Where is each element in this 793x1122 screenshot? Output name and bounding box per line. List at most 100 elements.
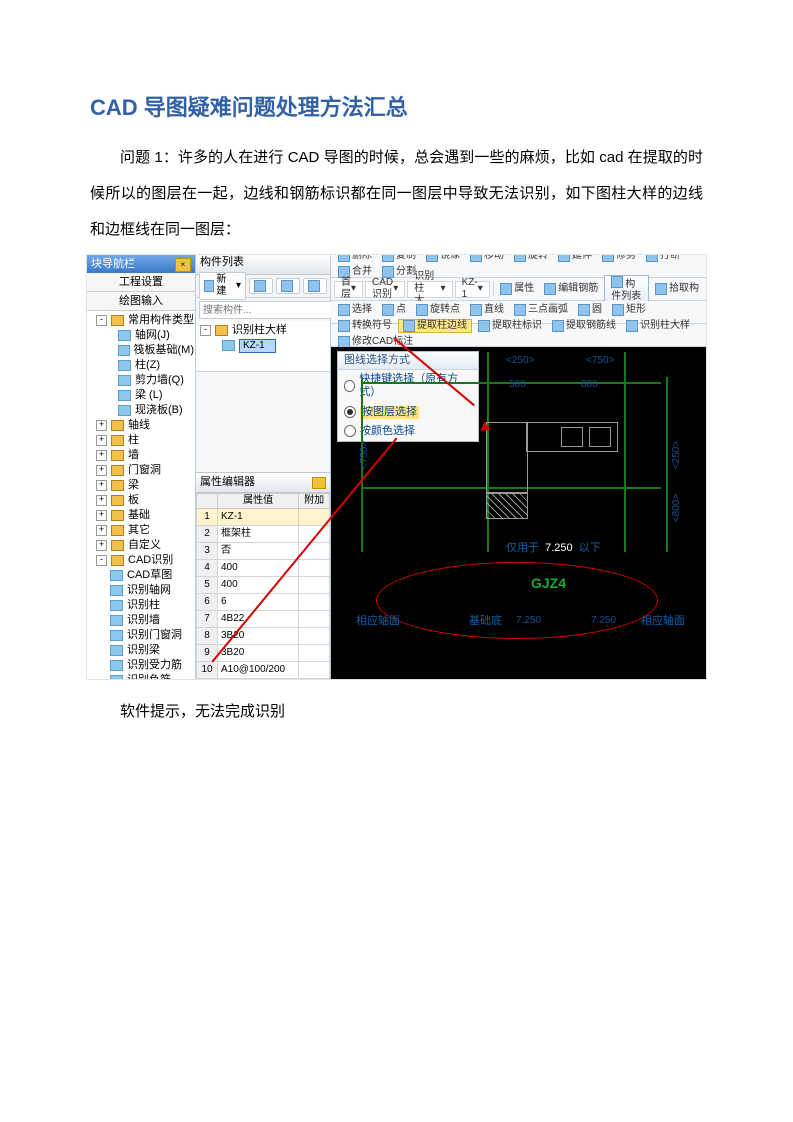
- tree-group[interactable]: +其它: [88, 523, 194, 538]
- tree-item-cad[interactable]: 识别墙: [88, 613, 194, 628]
- tree-item[interactable]: 轴网(J): [88, 328, 194, 343]
- ribbon-btn[interactable]: 修剪: [598, 254, 640, 262]
- member-tree[interactable]: -识别柱大样 KZ-1: [196, 321, 330, 372]
- tree-group[interactable]: +梁: [88, 478, 194, 493]
- doc-title: CAD 导图疑难问题处理方法汇总: [90, 90, 703, 122]
- ribbon-btn[interactable]: 选择: [334, 304, 376, 316]
- tree-item[interactable]: 现浇板(B): [88, 403, 194, 418]
- expand-icon[interactable]: +: [96, 420, 107, 431]
- panel-pin-icon[interactable]: ×: [175, 258, 191, 272]
- ribbon-btn[interactable]: 复制: [378, 254, 420, 262]
- tree-item-cad[interactable]: 识别梁: [88, 643, 194, 658]
- ribbon-btn[interactable]: 打断: [642, 254, 684, 262]
- tree-group[interactable]: +轴线: [88, 418, 194, 433]
- ribbon-btn[interactable]: 识别柱大样: [622, 320, 694, 332]
- tree-item[interactable]: 剪力墙(Q): [88, 373, 194, 388]
- subcat-select[interactable]: 识别柱大… ▾: [407, 281, 452, 298]
- member-select[interactable]: KZ-1 ▾: [455, 281, 490, 298]
- tree-group[interactable]: +板: [88, 493, 194, 508]
- toolbar-btn[interactable]: [276, 278, 300, 294]
- member-search-input[interactable]: [199, 301, 339, 319]
- ribbon-btn[interactable]: 删除: [334, 254, 376, 262]
- tree-item[interactable]: 筏板基础(M): [88, 343, 194, 358]
- ribbon-btn[interactable]: 三点画弧: [510, 304, 572, 316]
- ribbon-btn[interactable]: 直线: [466, 304, 508, 316]
- tree-item[interactable]: 柱(Z): [88, 358, 194, 373]
- tree-item-cad[interactable]: 识别柱: [88, 598, 194, 613]
- tree-group-cad[interactable]: - CAD识别: [88, 553, 194, 568]
- toolbar-btn[interactable]: [249, 278, 273, 294]
- opt-by-color[interactable]: 按颜色选择: [338, 422, 478, 441]
- opt-quickkey[interactable]: 快捷键选择（原有方式）: [338, 370, 478, 402]
- tree-item-cad[interactable]: CAD草图: [88, 568, 194, 583]
- expand-icon[interactable]: +: [96, 465, 107, 476]
- expand-icon[interactable]: +: [96, 525, 107, 536]
- item-icon: [110, 615, 123, 626]
- tree-group[interactable]: +基础: [88, 508, 194, 523]
- tree-group[interactable]: +墙: [88, 448, 194, 463]
- cmd-icon: [382, 254, 394, 262]
- property-row[interactable]: 2框架柱: [197, 526, 330, 543]
- cmd-icon: [403, 320, 415, 332]
- category-select[interactable]: CAD识别 ▾: [365, 281, 405, 298]
- expand-icon[interactable]: +: [96, 435, 107, 446]
- expand-icon[interactable]: +: [96, 540, 107, 551]
- ribbon-btn[interactable]: 镜像: [422, 254, 464, 262]
- ribbon-btn[interactable]: 转换符号: [334, 320, 396, 332]
- drawing-canvas[interactable]: 图线选择方式 快捷键选择（原有方式） 按图层选择 按颜色选择 <250> <75…: [331, 347, 706, 679]
- tree-group[interactable]: +柱: [88, 433, 194, 448]
- floor-select[interactable]: 首层 ▾: [334, 281, 363, 298]
- item-icon: [118, 330, 131, 341]
- expand-icon[interactable]: +: [96, 450, 107, 461]
- property-row[interactable]: 74B22: [197, 611, 330, 628]
- item-icon: [110, 570, 123, 581]
- collapse-icon[interactable]: -: [200, 325, 211, 336]
- property-row[interactable]: 66: [197, 594, 330, 611]
- tree-group[interactable]: +自定义: [88, 538, 194, 553]
- edit-rebar-button[interactable]: 编辑钢筋: [540, 283, 602, 295]
- navigator-tree[interactable]: - 常用构件类型 轴网(J)筏板基础(M)柱(Z)剪力墙(Q)梁 (L)现浇板(…: [87, 311, 195, 679]
- tree-item[interactable]: 梁 (L): [88, 388, 194, 403]
- member-kz1[interactable]: KZ-1: [239, 339, 276, 353]
- pick-member-button[interactable]: 拾取构: [651, 283, 703, 295]
- property-row[interactable]: 4400: [197, 560, 330, 577]
- nav-btn-draw-input[interactable]: 绘图输入: [87, 292, 195, 311]
- opt-by-layer[interactable]: 按图层选择: [338, 403, 478, 422]
- ribbon-btn[interactable]: 圆: [574, 304, 606, 316]
- ribbon-btn[interactable]: 提取钢筋线: [548, 320, 620, 332]
- expand-icon[interactable]: +: [96, 480, 107, 491]
- extract-column-edge-button[interactable]: 提取柱边线: [398, 319, 472, 333]
- tree-item-cad[interactable]: 识别轴网: [88, 583, 194, 598]
- nav-btn-project-settings[interactable]: 工程设置: [87, 273, 195, 292]
- collapse-icon[interactable]: -: [96, 315, 107, 326]
- expand-icon[interactable]: +: [96, 510, 107, 521]
- property-row[interactable]: 1KZ-1: [197, 509, 330, 526]
- ribbon-btn[interactable]: 提取柱标识: [474, 320, 546, 332]
- member-list-tab[interactable]: 构件列表: [604, 275, 649, 303]
- property-row[interactable]: 5400: [197, 577, 330, 594]
- ribbon-btn[interactable]: 旋转: [510, 254, 552, 262]
- ribbon-btn[interactable]: 旋转点: [412, 304, 464, 316]
- tree-item-cad[interactable]: 识别受力筋: [88, 658, 194, 673]
- tree-group[interactable]: +门窗洞: [88, 463, 194, 478]
- toolbar-btn[interactable]: [303, 278, 327, 294]
- new-member-button[interactable]: 新建 ▾: [199, 272, 246, 300]
- tree-item-cad[interactable]: 识别门窗洞: [88, 628, 194, 643]
- item-icon: [110, 630, 123, 641]
- property-row[interactable]: 3否: [197, 543, 330, 560]
- collapse-icon[interactable]: -: [96, 555, 107, 566]
- dim-text: 500: [509, 379, 526, 391]
- item-icon: [110, 600, 123, 611]
- property-row[interactable]: 10A10@100/200: [197, 662, 330, 679]
- ribbon-btn[interactable]: 移动: [466, 254, 508, 262]
- ribbon-btn[interactable]: 点: [378, 304, 410, 316]
- tree-item-cad[interactable]: 识别负筋: [88, 673, 194, 679]
- panel-pin-icon[interactable]: [312, 477, 326, 489]
- pick-icon: [655, 283, 667, 295]
- ribbon-btn[interactable]: 延伸: [554, 254, 596, 262]
- expand-icon[interactable]: +: [96, 495, 107, 506]
- attr-button[interactable]: 属性: [496, 283, 538, 295]
- property-row[interactable]: 83B20: [197, 628, 330, 645]
- ribbon-btn[interactable]: 矩形: [608, 304, 650, 316]
- tree-group-common[interactable]: - 常用构件类型: [88, 313, 194, 328]
